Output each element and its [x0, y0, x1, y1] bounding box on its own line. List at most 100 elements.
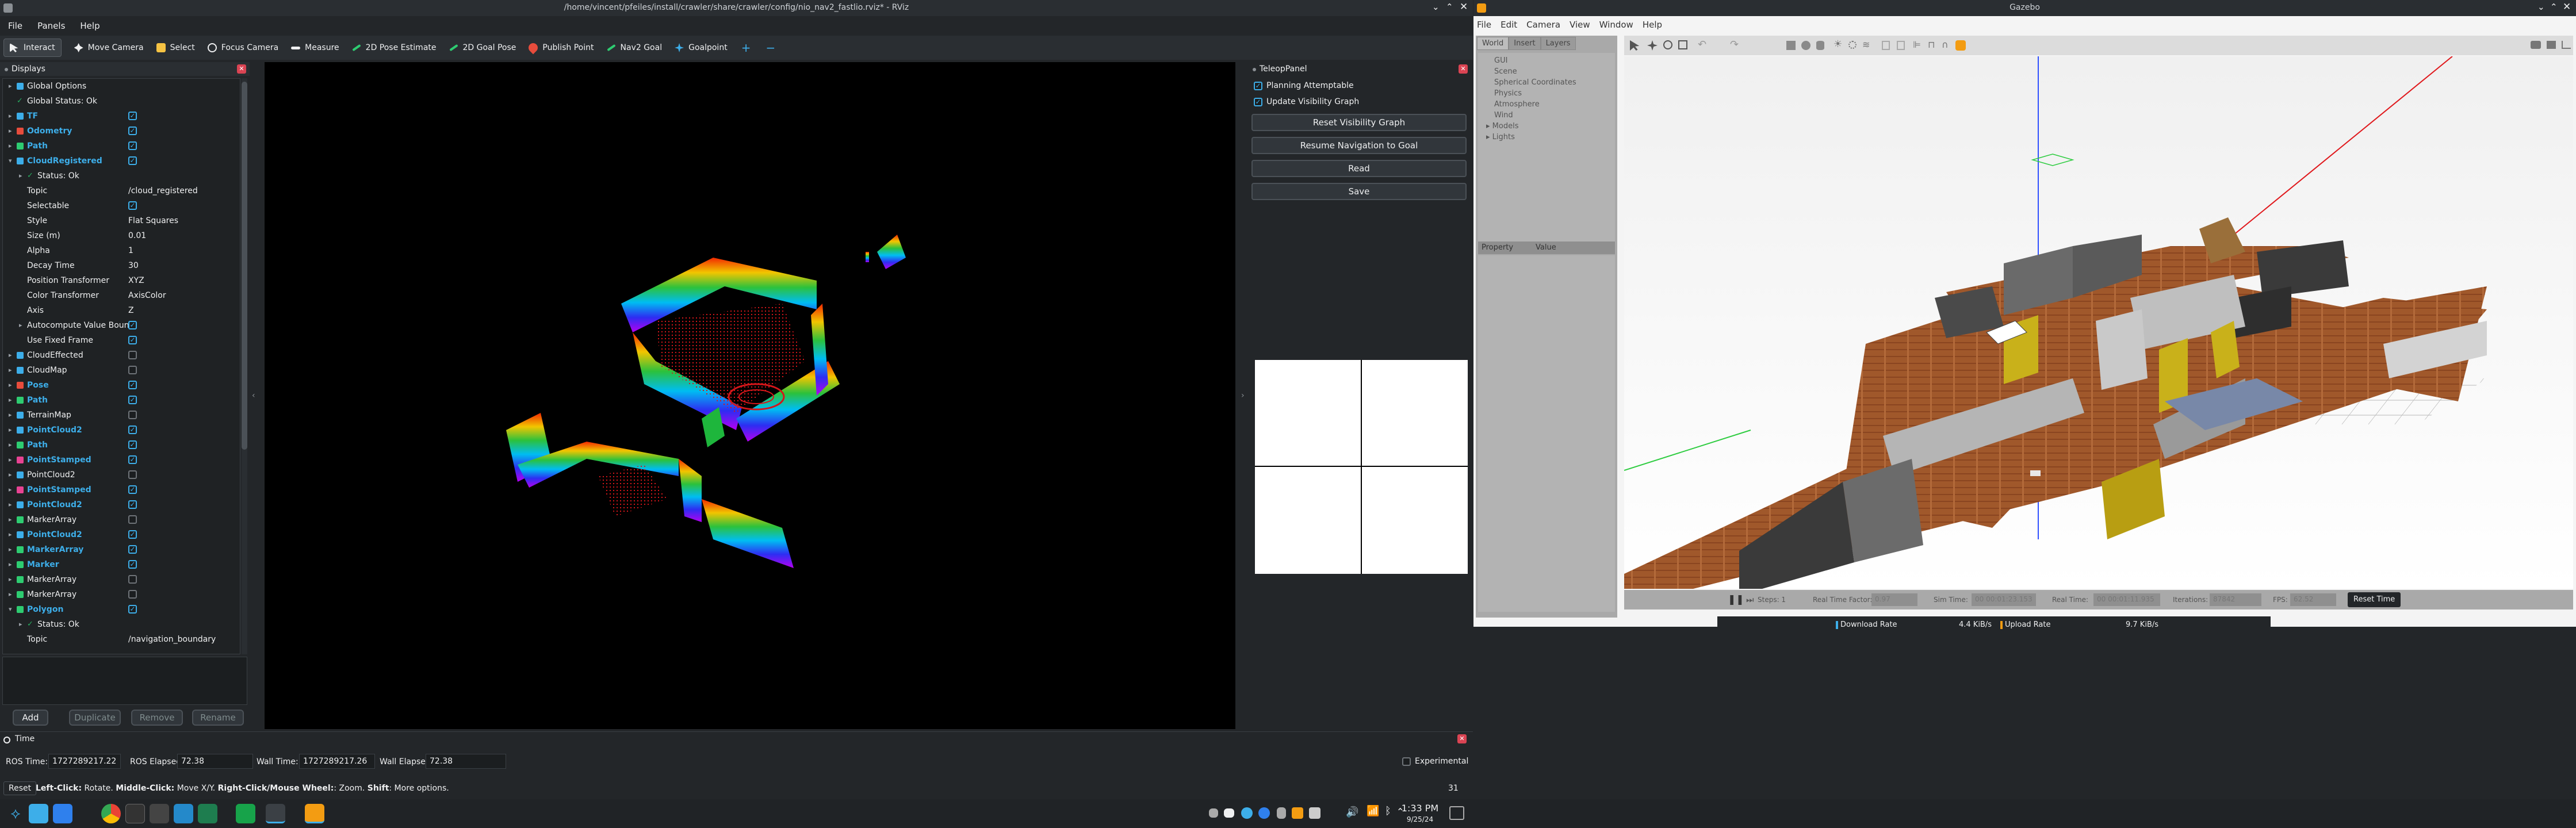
discord-icon[interactable] — [1224, 808, 1234, 818]
chevron-down-icon[interactable]: ▾ — [9, 154, 12, 168]
display-enabled-checkbox[interactable]: ✓ — [128, 141, 137, 150]
tool-nav2-goal[interactable]: Nav2 Goal — [606, 36, 662, 60]
display-enabled-checkbox[interactable]: ✓ — [128, 366, 137, 374]
display-enabled-checkbox[interactable]: ✓ — [128, 605, 137, 614]
update-visibility-graph-checkbox[interactable]: ✓ — [1254, 98, 1262, 106]
system-tray-icon[interactable] — [1209, 808, 1218, 818]
chevron-right-icon[interactable]: ▸ — [9, 139, 12, 154]
tool-move-camera[interactable]: Move Camera — [74, 36, 144, 60]
display-row[interactable]: Size (m) 0.01 — [3, 228, 240, 243]
app-launcher-icon[interactable]: ⟡ — [6, 804, 25, 823]
display-enabled-checkbox[interactable]: ✓ — [128, 500, 137, 509]
log-icon[interactable] — [2547, 41, 2556, 49]
chevron-right-icon[interactable]: ▸ — [9, 572, 12, 587]
terminal-icon[interactable] — [125, 804, 145, 823]
menu-edit[interactable]: Edit — [1501, 20, 1517, 30]
plot-icon[interactable] — [2562, 41, 2571, 49]
display-row[interactable]: Style Flat Squares — [3, 213, 240, 228]
tree-item-gui[interactable]: GUI — [1478, 55, 1615, 66]
show-desktop-icon[interactable] — [1449, 806, 1464, 820]
select-mode-icon[interactable] — [1630, 40, 1640, 51]
point-light-icon[interactable] — [1848, 41, 1857, 49]
display-row[interactable]: ▸ Autocompute Value Boun... ✓ — [3, 318, 240, 333]
chevron-down-icon[interactable]: ▾ — [9, 602, 12, 617]
cylinder-shape-icon[interactable] — [1816, 41, 1824, 50]
display-row[interactable]: ▸ CloudEffected ✓ — [3, 348, 240, 363]
display-enabled-checkbox[interactable]: ✓ — [128, 455, 137, 464]
display-enabled-checkbox[interactable]: ✓ — [128, 425, 137, 434]
tray-app-icon[interactable] — [1258, 807, 1270, 819]
network-icon[interactable]: 📶 — [1367, 805, 1386, 825]
chevron-right-icon[interactable]: ▸ — [9, 453, 12, 467]
display-value[interactable]: /navigation_boundary — [128, 632, 216, 647]
sphere-shape-icon[interactable] — [1801, 41, 1811, 50]
display-row[interactable]: ▸ Path ✓ — [3, 438, 240, 453]
display-enabled-checkbox[interactable]: ✓ — [128, 126, 137, 135]
chevron-right-icon[interactable]: ▸ — [19, 168, 22, 183]
display-enabled-checkbox[interactable]: ✓ — [128, 575, 137, 584]
chevron-right-icon[interactable]: ▸ — [19, 318, 22, 333]
display-enabled-checkbox[interactable]: ✓ — [128, 336, 137, 344]
tool-focus-camera[interactable]: Focus Camera — [207, 36, 278, 60]
display-value[interactable]: AxisColor — [128, 288, 166, 303]
chevron-right-icon[interactable]: ▸ — [9, 124, 12, 139]
tab-world[interactable]: World — [1477, 37, 1509, 50]
planning-attemptable-checkbox[interactable]: ✓ — [1254, 82, 1262, 90]
display-row[interactable]: Decay Time 30 — [3, 258, 240, 273]
editor-icon[interactable] — [150, 804, 169, 823]
add-tool-icon[interactable]: + — [741, 41, 751, 55]
menu-file[interactable]: File — [8, 16, 22, 36]
box-shape-icon[interactable] — [1786, 41, 1796, 50]
collapse-left-handle[interactable]: ‹ — [252, 391, 255, 400]
clipboard-icon[interactable] — [1277, 807, 1286, 819]
collapse-right-handle[interactable]: › — [1241, 391, 1245, 400]
tray-app-icon[interactable] — [1241, 807, 1253, 819]
rviz-3d-viewport[interactable] — [265, 62, 1235, 729]
minimize-icon[interactable]: ⌄ — [1432, 2, 1440, 12]
minimize-icon[interactable]: ⌄ — [2537, 2, 2545, 12]
reset-time-button[interactable]: Reset Time — [2348, 592, 2401, 607]
display-row[interactable]: ✓ Global Status: Ok — [3, 94, 240, 109]
duplicate-button[interactable]: Duplicate — [69, 710, 121, 726]
display-enabled-checkbox[interactable]: ✓ — [128, 321, 137, 329]
chevron-right-icon[interactable]: ▸ — [9, 79, 12, 94]
display-row[interactable]: ▸ ✓ Status: Ok — [3, 168, 240, 183]
display-enabled-checkbox[interactable]: ✓ — [128, 560, 137, 569]
chevron-right-icon[interactable]: ▸ — [9, 512, 12, 527]
display-row[interactable]: ▸ MarkerArray ✓ — [3, 587, 240, 602]
tool-interact[interactable]: Interact — [3, 39, 62, 57]
display-enabled-checkbox[interactable]: ✓ — [128, 440, 137, 449]
chevron-right-icon[interactable]: ▸ — [9, 363, 12, 378]
display-value[interactable]: 30 — [128, 258, 139, 273]
display-row[interactable]: ▸ Path ✓ — [3, 139, 240, 154]
monitor-icon[interactable] — [198, 804, 217, 823]
chevron-right-icon[interactable]: ▸ — [9, 109, 12, 124]
display-value[interactable]: 0.01 — [128, 228, 146, 243]
rename-button[interactable]: Rename — [192, 710, 244, 726]
audio-icon[interactable]: 🔊 — [1346, 806, 1365, 826]
tree-item-physics[interactable]: Physics — [1478, 88, 1615, 99]
display-row[interactable]: ▸ MarkerArray ✓ — [3, 512, 240, 527]
chevron-right-icon[interactable]: ▸ — [9, 542, 12, 557]
tool-select[interactable]: Select — [156, 36, 195, 60]
display-row[interactable]: Topic/cloud_registered — [3, 183, 240, 198]
chrome-icon[interactable] — [101, 804, 121, 823]
display-enabled-checkbox[interactable]: ✓ — [128, 156, 137, 165]
display-row[interactable]: Axis Z — [3, 303, 240, 318]
chevron-right-icon[interactable]: ▸ — [9, 408, 12, 423]
chevron-right-icon[interactable]: ▸ — [9, 482, 12, 497]
rviz-task-icon[interactable] — [266, 804, 285, 823]
menu-window[interactable]: Window — [1599, 20, 1633, 30]
display-row[interactable]: ▸ MarkerArray ✓ — [3, 542, 240, 557]
display-row[interactable]: ▸ PointStamped ✓ — [3, 453, 240, 467]
display-row[interactable]: Alpha 1 — [3, 243, 240, 258]
display-enabled-checkbox[interactable]: ✓ — [128, 545, 137, 554]
tool-goalpoint[interactable]: Goalpoint — [675, 36, 728, 60]
menu-file[interactable]: File — [1477, 20, 1491, 30]
display-value[interactable]: 1 — [128, 243, 133, 258]
maximize-icon[interactable]: ⌃ — [1446, 2, 1453, 12]
snap-icon[interactable]: ⊓ — [1928, 39, 1935, 50]
panel-close-icon[interactable]: ✕ — [237, 64, 246, 74]
add-display-button[interactable]: Add — [13, 710, 48, 726]
copy-icon[interactable] — [1882, 41, 1890, 50]
